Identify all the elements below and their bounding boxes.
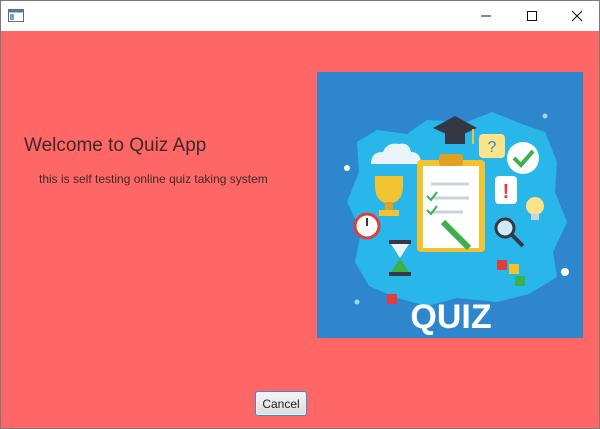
welcome-heading: Welcome to Quiz App bbox=[24, 135, 207, 156]
exclamation-bubble-icon: ! bbox=[495, 176, 517, 204]
clipboard-icon bbox=[417, 154, 485, 252]
svg-text:!: ! bbox=[503, 181, 510, 203]
maximize-button[interactable] bbox=[509, 1, 555, 31]
check-bubble-icon bbox=[507, 142, 539, 174]
close-button[interactable] bbox=[554, 1, 600, 31]
quiz-word: QUIZ bbox=[410, 298, 491, 336]
title-bar[interactable] bbox=[1, 1, 599, 31]
question-bubble-icon: ? bbox=[479, 134, 505, 158]
cancel-button[interactable]: Cancel bbox=[255, 391, 307, 416]
app-window: Welcome to Quiz App this is self testing… bbox=[0, 0, 600, 429]
subtitle-text: this is self testing online quiz taking … bbox=[39, 172, 268, 186]
quiz-illustration: ? ! QUIZ bbox=[317, 72, 583, 338]
window-icon bbox=[8, 9, 24, 22]
main-panel: Welcome to Quiz App this is self testing… bbox=[1, 31, 599, 428]
trophy-icon bbox=[375, 176, 403, 216]
close-icon bbox=[571, 10, 583, 22]
minimize-icon bbox=[481, 15, 491, 17]
maximize-icon bbox=[527, 11, 537, 21]
minimize-button[interactable] bbox=[463, 1, 509, 31]
svg-text:?: ? bbox=[488, 139, 497, 156]
stopwatch-icon bbox=[353, 212, 381, 240]
